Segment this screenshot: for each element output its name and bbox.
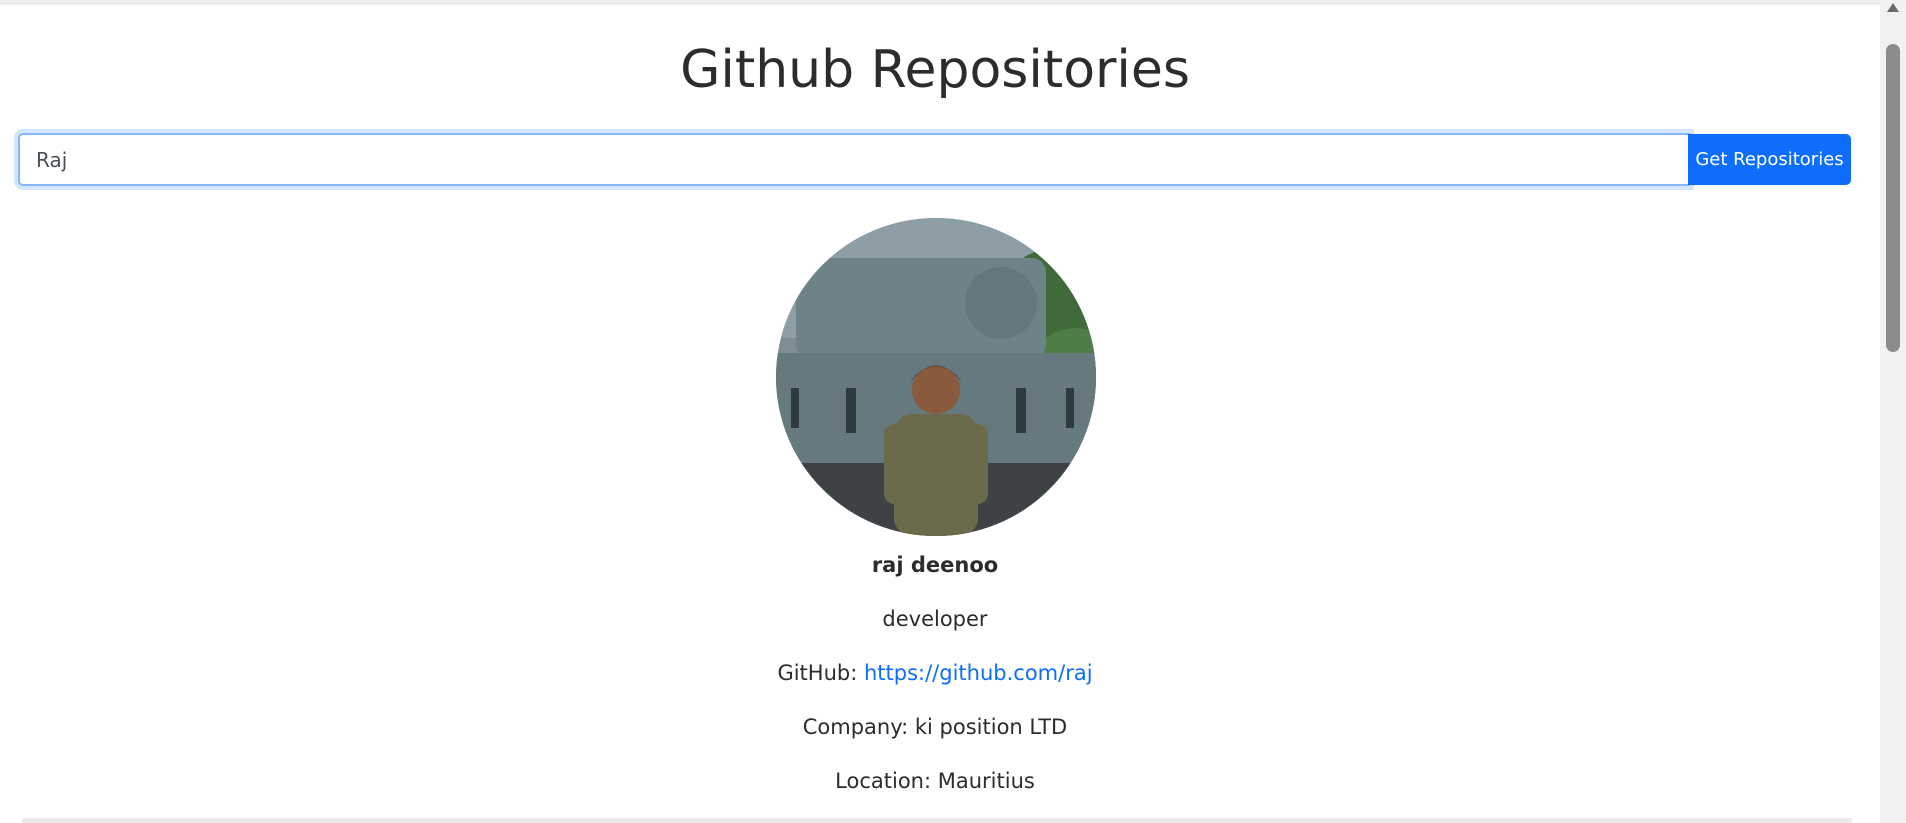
profile-company: Company: ki position LTD	[0, 715, 1870, 739]
page-title: Github Repositories	[680, 40, 1190, 100]
location-label: Location:	[835, 769, 932, 793]
profile-name: raj deenoo	[871, 553, 999, 577]
profile-github: GitHub: https://github.com/raj	[0, 661, 1870, 685]
company-value: ki position LTD	[914, 715, 1068, 739]
page: Github Repositories Get Repositories raj…	[0, 5, 1880, 823]
profile-bio: developer	[882, 607, 988, 631]
company-label: Company:	[802, 715, 909, 739]
scroll-up-arrow-icon[interactable]	[1887, 3, 1899, 12]
profile-location: Location: Mauritius	[0, 769, 1870, 793]
scroll-thumb[interactable]	[1886, 44, 1900, 352]
vertical-scrollbar[interactable]	[1880, 0, 1906, 823]
get-repositories-button[interactable]: Get Repositories	[1688, 134, 1851, 185]
location-value: Mauritius	[937, 769, 1035, 793]
next-card-edge	[22, 818, 1852, 823]
avatar-photo	[776, 218, 1096, 536]
github-profile-link[interactable]: https://github.com/raj	[864, 661, 1093, 685]
username-search-input[interactable]	[18, 133, 1690, 186]
avatar	[776, 218, 1096, 536]
search-form: Get Repositories	[18, 133, 1851, 186]
github-label: GitHub:	[777, 661, 858, 685]
